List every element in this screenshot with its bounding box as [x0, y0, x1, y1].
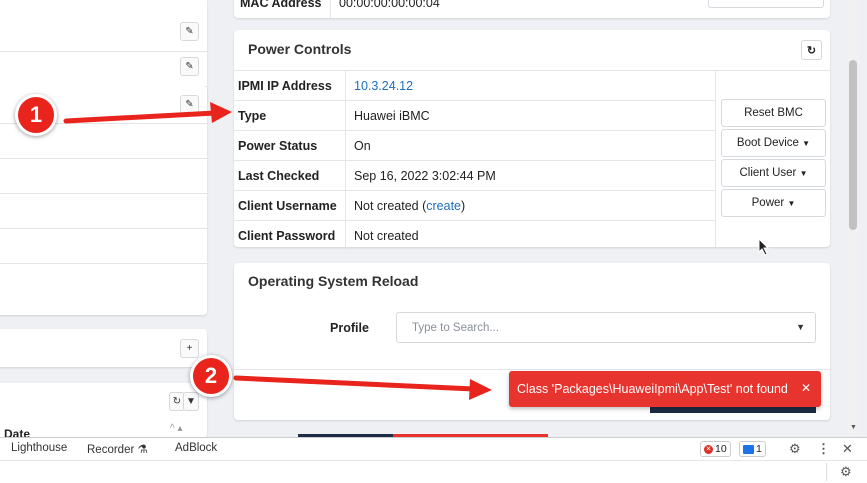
close-icon[interactable]: ✕ — [801, 381, 811, 395]
client-password-value: Not created — [354, 228, 419, 243]
pencil-icon: ✎ — [185, 26, 194, 37]
devtools-panel: Lighthouse Recorder ⚗ AdBlock ✕ 10 1 ⚙ ⋮ … — [0, 437, 867, 483]
row — [0, 194, 207, 229]
row — [0, 264, 207, 299]
client-password-label: Client Password — [234, 221, 346, 250]
client-user-label: Client User — [739, 167, 797, 179]
error-toast[interactable]: Class 'Packages\HuaweiIpmi\App\Test' not… — [509, 371, 821, 407]
scrollbar-thumb[interactable] — [849, 60, 857, 230]
table-row: Type Huawei iBMC — [234, 100, 715, 130]
last-checked-label: Last Checked — [234, 161, 346, 190]
boot-device-button[interactable]: Boot Device ▼ — [721, 129, 826, 157]
ipmi-ip-label: IPMI IP Address — [234, 71, 346, 100]
reset-bmc-button[interactable]: Reset BMC — [721, 99, 826, 127]
mac-address-label: MAC Address — [240, 0, 322, 10]
mac-address-value: 00:00:00:00:00:04 — [339, 0, 440, 10]
more-vertical-icon[interactable]: ⋮ — [817, 441, 830, 457]
chevron-down-icon: ▼ — [787, 198, 796, 208]
divider — [826, 463, 827, 481]
date-table-card: ↻ ▼ ^ ▴ ^ Date — [0, 383, 207, 441]
power-info-table: IPMI IP Address 10.3.24.12 Type Huawei i… — [234, 70, 715, 250]
last-checked-value: Sep 16, 2022 3:02:44 PM — [354, 168, 496, 183]
chevron-down-icon: ▼ — [799, 168, 808, 178]
type-value: Huawei iBMC — [354, 108, 430, 123]
row: ✎ — [0, 52, 207, 87]
power-controls-title: Power Controls — [248, 41, 352, 57]
table-row: IPMI IP Address 10.3.24.12 — [234, 70, 715, 100]
power-label: Power — [751, 197, 785, 209]
row — [0, 159, 207, 194]
profile-placeholder: Type to Search... — [412, 321, 499, 334]
edit-button[interactable]: ✎ — [180, 57, 199, 76]
tab-adblock[interactable]: AdBlock — [175, 442, 217, 454]
pencil-icon: ✎ — [185, 99, 194, 110]
divider — [234, 369, 830, 370]
client-username-label: Client Username — [234, 191, 346, 220]
error-icon: ✕ — [704, 444, 713, 454]
add-card: + — [0, 329, 207, 367]
client-username-value: Not created (create) — [346, 199, 465, 213]
profile-select[interactable]: Type to Search... ▼ — [396, 312, 816, 343]
table-row: Client Username Not created (create) — [234, 190, 715, 220]
mac-address-strip: MAC Address 00:00:00:00:00:04 — [234, 0, 830, 18]
tab-recorder[interactable]: Recorder ⚗ — [87, 442, 148, 456]
power-actions: Reset BMC Boot Device ▼ Client User ▼ Po… — [715, 70, 830, 247]
row — [0, 0, 207, 17]
gear-icon[interactable]: ⚙ — [789, 441, 801, 457]
chevron-down-icon: ▼ — [796, 322, 805, 332]
message-count: 1 — [756, 443, 762, 455]
power-refresh-button[interactable]: ↻ — [801, 40, 822, 60]
top-strip-button[interactable] — [708, 0, 824, 8]
table-row: Power Status On — [234, 130, 715, 160]
message-icon — [743, 444, 754, 454]
flask-icon: ⚗ — [137, 444, 148, 456]
sort-icon[interactable]: ^ ▴ — [170, 423, 183, 434]
row — [0, 229, 207, 264]
boot-device-label: Boot Device — [736, 137, 799, 149]
toast-message: Class 'Packages\HuaweiIpmi\App\Test' not… — [517, 382, 788, 396]
power-status-label: Power Status — [234, 131, 346, 160]
power-button[interactable]: Power ▼ — [721, 189, 826, 217]
gear-icon[interactable]: ⚙ — [840, 464, 852, 480]
client-username-suffix: ) — [461, 198, 466, 213]
reset-bmc-label: Reset BMC — [744, 107, 803, 119]
divider — [0, 460, 867, 461]
page-scrollbar[interactable]: ▼ — [847, 0, 859, 435]
add-button[interactable]: + — [180, 339, 199, 358]
edit-button[interactable]: ✎ — [180, 22, 199, 41]
client-user-button[interactable]: Client User ▼ — [721, 159, 826, 187]
tab-lighthouse[interactable]: Lighthouse — [11, 442, 67, 454]
power-controls-panel: Power Controls ↻ IPMI IP Address 10.3.24… — [234, 30, 830, 250]
filter-icon: ▼ — [186, 396, 196, 407]
close-icon[interactable]: ✕ — [842, 441, 853, 457]
row: ✎ — [0, 17, 207, 52]
pencil-icon: ✎ — [185, 61, 194, 72]
divider — [330, 0, 331, 18]
chevron-down-icon: ▼ — [802, 138, 811, 148]
profile-label: Profile — [330, 321, 369, 335]
os-reload-title: Operating System Reload — [248, 273, 419, 289]
message-count-badge[interactable]: 1 — [739, 441, 766, 457]
power-status-value: On — [354, 138, 371, 153]
mouse-cursor-icon — [758, 238, 770, 256]
table-row: Last Checked Sep 16, 2022 3:02:44 PM — [234, 160, 715, 190]
table-row: Client Password Not created — [234, 220, 715, 250]
scroll-down-arrow[interactable]: ▼ — [850, 424, 857, 431]
annotation-marker-2: 2 — [190, 355, 232, 397]
tab-recorder-label: Recorder — [87, 444, 135, 456]
refresh-icon: ↻ — [806, 44, 817, 57]
create-link[interactable]: create — [426, 199, 461, 213]
error-count-badge[interactable]: ✕ 10 — [700, 441, 731, 457]
client-username-prefix: Not created ( — [354, 198, 427, 213]
annotation-marker-1: 1 — [15, 94, 57, 136]
type-label: Type — [234, 101, 346, 130]
filter-button[interactable]: ▼ — [183, 392, 199, 411]
error-count: 10 — [715, 443, 727, 455]
refresh-icon: ↻ — [172, 396, 182, 407]
ipmi-ip-value[interactable]: 10.3.24.12 — [346, 79, 413, 93]
edit-button[interactable]: ✎ — [180, 95, 199, 114]
plus-icon: + — [186, 343, 193, 354]
